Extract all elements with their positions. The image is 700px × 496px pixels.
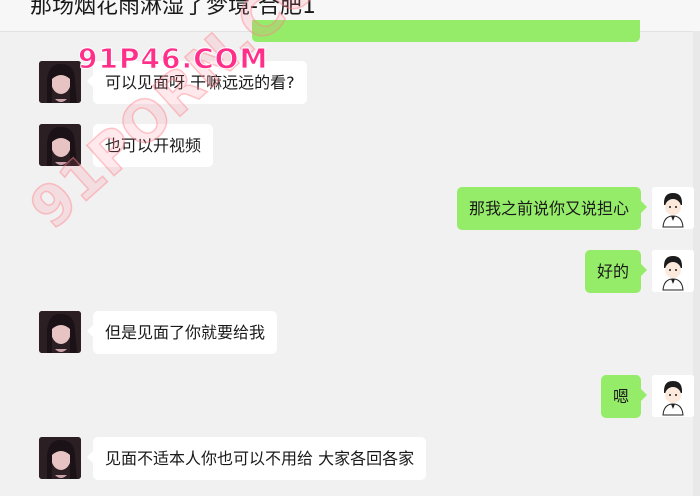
contact-avatar-image [39, 311, 81, 353]
user-avatar-image [652, 375, 694, 417]
message-text: 那我之前说你又说担心 [468, 199, 629, 218]
message-incoming[interactable]: 见面不适本人你也可以不用给 大家各回各家 [87, 437, 427, 480]
bubble-tail [87, 75, 93, 87]
message-incoming[interactable]: 也可以开视频 [87, 124, 214, 167]
contact-avatar-image [39, 437, 81, 479]
bubble-tail [641, 389, 647, 401]
contact-avatar-image [39, 61, 81, 103]
message-incoming[interactable]: 但是见面了你就要给我 [87, 311, 278, 354]
message-outgoing[interactable]: 那我之前说你又说担心 [456, 187, 647, 230]
message-text: 也可以开视频 [105, 136, 202, 155]
chat-title: 那场烟花雨淋湿了梦境-合肥1 [30, 0, 316, 19]
bubble-tail [87, 138, 93, 150]
message-text: 嗯 [612, 387, 629, 406]
contact-avatar[interactable] [39, 61, 81, 103]
message-outgoing[interactable]: 嗯 [600, 375, 647, 418]
user-avatar[interactable] [652, 375, 694, 417]
contact-avatar[interactable] [39, 311, 81, 353]
scrollbar-track[interactable] [693, 31, 700, 496]
message-outgoing[interactable]: 好的 [584, 250, 647, 293]
contact-avatar[interactable] [39, 437, 81, 479]
contact-avatar-image [39, 124, 81, 166]
user-avatar[interactable] [652, 250, 694, 292]
message-text: 见面不适本人你也可以不用给 大家各回各家 [105, 449, 415, 468]
bubble-tail [641, 201, 647, 213]
contact-avatar[interactable] [39, 124, 81, 166]
message-text: 可以见面呀 干嘛远远的看? [105, 73, 295, 92]
bubble-tail [87, 451, 93, 463]
bubble-tail [641, 264, 647, 276]
bubble-tail [87, 325, 93, 337]
user-avatar[interactable] [652, 187, 694, 229]
user-avatar-image [652, 187, 694, 229]
message-text: 好的 [596, 262, 629, 281]
watermark-logo: 91P46.COM [77, 42, 269, 76]
user-avatar-image [652, 250, 694, 292]
previous-message-bubble [252, 20, 640, 42]
message-text: 但是见面了你就要给我 [105, 323, 266, 342]
